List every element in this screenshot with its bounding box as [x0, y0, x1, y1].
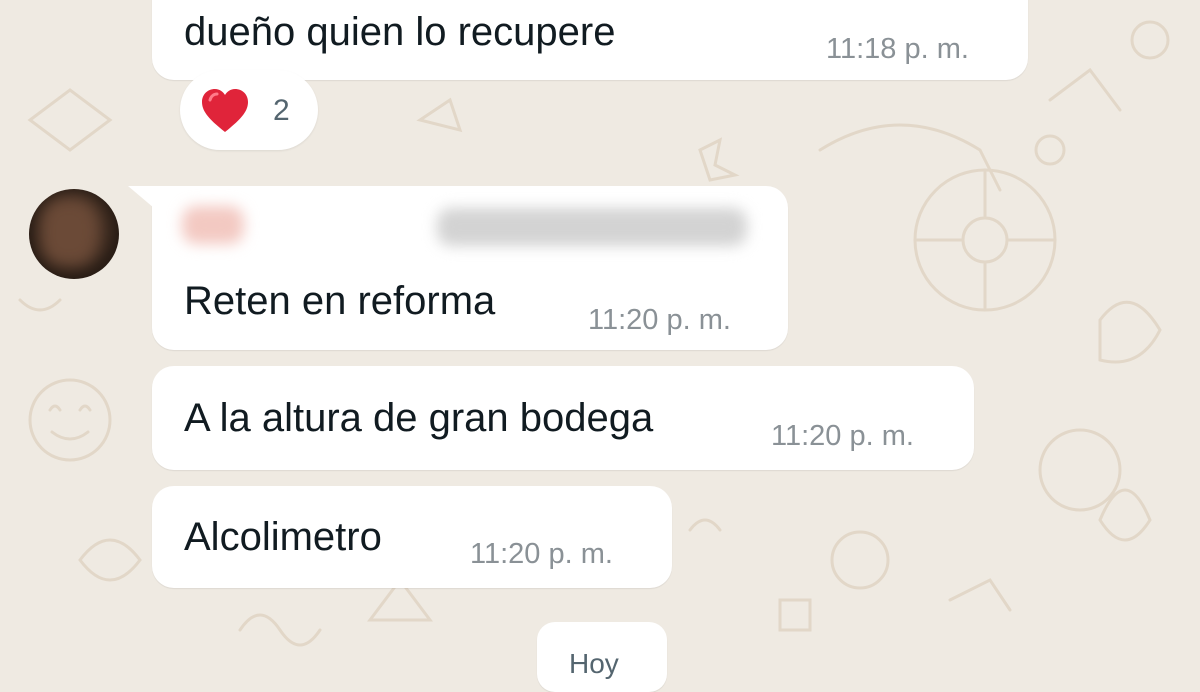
- date-separator: Hoy: [537, 622, 667, 692]
- message-text: dueño quien lo recupere: [184, 10, 616, 54]
- message-text: A la altura de gran bodega: [184, 396, 654, 440]
- message-bubble[interactable]: A la altura de gran bodega 11:20 p. m.: [152, 366, 974, 470]
- reaction-count: 2: [273, 94, 290, 127]
- bubble-tail: [128, 186, 154, 208]
- heart-icon: [202, 89, 248, 132]
- message-bubble[interactable]: Reten en reforma 11:20 p. m.: [152, 186, 788, 350]
- message-text: Alcolimetro: [184, 515, 382, 559]
- reaction-pill[interactable]: 2: [180, 70, 318, 150]
- message-timestamp: 11:20 p. m.: [771, 420, 914, 452]
- message-timestamp: 11:20 p. m.: [588, 304, 731, 336]
- message-bubble[interactable]: dueño quien lo recupere 11:18 p. m.: [152, 0, 1028, 80]
- sender-name-blurred: [182, 206, 244, 244]
- message-timestamp: 11:18 p. m.: [826, 33, 969, 65]
- message-timestamp: 11:20 p. m.: [470, 538, 613, 570]
- date-separator-label: Hoy: [569, 648, 619, 679]
- sender-phone-blurred: [437, 208, 747, 246]
- message-text: Reten en reforma: [184, 279, 496, 323]
- avatar[interactable]: [29, 189, 119, 279]
- message-bubble[interactable]: Alcolimetro 11:20 p. m.: [152, 486, 672, 588]
